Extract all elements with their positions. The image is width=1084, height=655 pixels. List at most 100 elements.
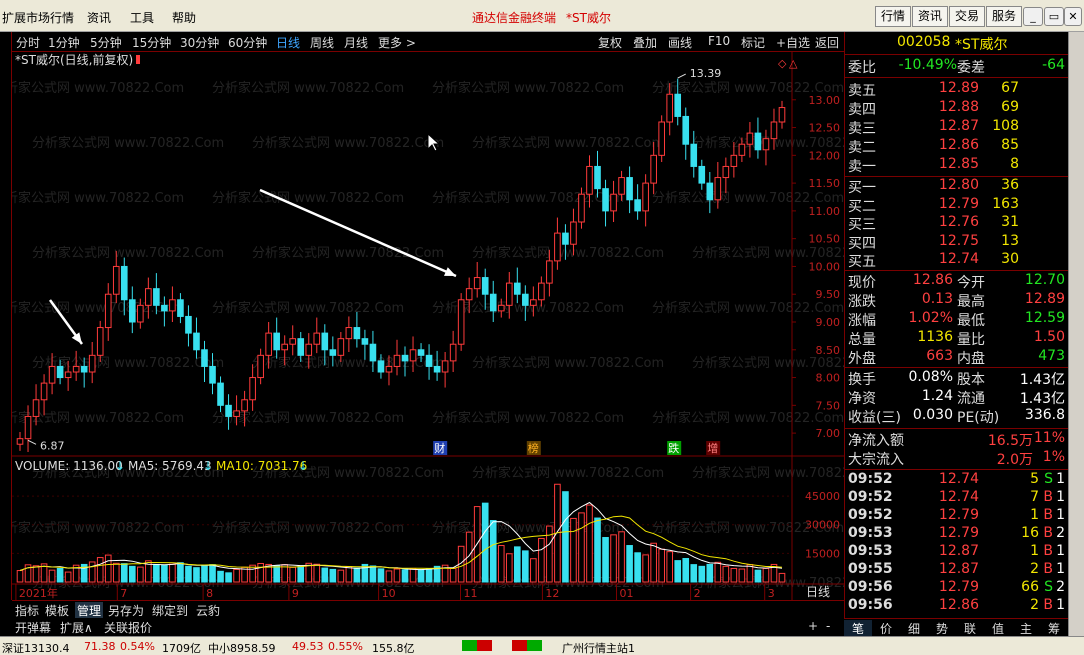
period-more[interactable]: 更多 > [378, 34, 416, 51]
period-daily[interactable]: 日线 [276, 34, 300, 51]
price-tick-label: 9.50 [816, 288, 841, 301]
extra-tab[interactable]: 关联报价 [104, 619, 152, 636]
volume-bar [650, 542, 657, 583]
volume-bar [32, 565, 40, 583]
volume-label: VOLUME: 1136.00 [15, 459, 123, 473]
volume-bar [730, 567, 738, 583]
candle-body [177, 299, 184, 317]
tool-f10[interactable]: F10 [708, 34, 730, 48]
extra-tab[interactable]: 扩展∧ [60, 619, 93, 636]
indicator-tab[interactable]: 另存为 [108, 602, 144, 619]
candle-body [401, 354, 409, 362]
indicator-tab[interactable]: 管理 [75, 602, 104, 619]
minimize-icon[interactable]: _ [1023, 7, 1043, 26]
period-30min[interactable]: 30分钟 [180, 34, 219, 51]
extra-tab[interactable]: 开弹幕 [15, 619, 51, 636]
menu-item-help[interactable]: 帮助 [172, 9, 196, 26]
menu-item-tools[interactable]: 工具 [130, 9, 154, 26]
watermark-text: 分析家公式网 www.70822.Com [432, 80, 624, 96]
tick-volume: 1 [1030, 507, 1039, 523]
period-weekly[interactable]: 周线 [310, 34, 334, 51]
period-5min[interactable]: 5分钟 [90, 34, 122, 51]
buy-level-label: 买五 [848, 254, 876, 271]
watermark-text: 分析家公式网 www.70822.Com [252, 135, 444, 151]
quote-tab[interactable]: 势 [928, 620, 956, 637]
btn-service[interactable]: 服务 [986, 6, 1023, 27]
quote-tab[interactable]: 值 [984, 620, 1012, 637]
tool-draw[interactable]: 画线 [668, 34, 692, 51]
period-15min[interactable]: 15分钟 [132, 34, 171, 51]
sell-level-volume: 108 [992, 118, 1019, 134]
sell-level-label: 卖二 [848, 140, 876, 156]
tick-count: 1 [1056, 597, 1065, 613]
sell-level-volume: 8 [1010, 156, 1019, 172]
diamond-icon: ◇ [778, 57, 787, 70]
period-60min[interactable]: 60分钟 [228, 34, 267, 51]
price-tick-label: 9.00 [816, 316, 841, 329]
candle-body [32, 399, 40, 417]
quote-tab[interactable]: 价 [872, 620, 900, 637]
volume-tick-label: 30000 [805, 519, 840, 532]
tick-row: 09:53 12.79 16 B 2 [845, 525, 1069, 544]
flow-value: 2.0万 [996, 452, 1033, 468]
volume-bar [449, 567, 457, 583]
candle-body [209, 365, 216, 384]
candle-body [554, 232, 561, 262]
tool-adjust[interactable]: 复权 [598, 34, 622, 51]
menu-bar: 扩展市场行情 资讯 工具 帮助 通达信金融终端 *ST威尔 行情 资讯 交易 服… [0, 0, 1084, 32]
btn-trade[interactable]: 交易 [949, 6, 986, 27]
right-scrollbar[interactable] [1068, 32, 1084, 636]
candle-body [337, 338, 345, 356]
candle-body [161, 304, 168, 312]
close-icon[interactable]: ✕ [1064, 7, 1082, 26]
menu-item-news[interactable]: 资讯 [87, 9, 111, 26]
quote-tab[interactable]: 主 [1012, 620, 1040, 637]
event-marker-label: 跌 [668, 441, 679, 455]
watermark-text: 分析家公式网 www.70822.Com [432, 410, 624, 426]
tool-overlay[interactable]: 叠加 [633, 34, 657, 51]
quote-tab[interactable]: 细 [900, 620, 928, 637]
candle-body [233, 410, 240, 417]
tick-volume: 16 [1021, 525, 1039, 541]
indicator-tab[interactable]: 指标 [15, 602, 39, 619]
candle-body [642, 182, 649, 212]
indicator-tab[interactable]: 模板 [45, 602, 69, 619]
tick-row: 09:56 12.86 2 B 1 [845, 597, 1069, 616]
btn-info[interactable]: 资讯 [912, 6, 949, 27]
period-1min[interactable]: 1分钟 [48, 34, 80, 51]
index1-change: 71.38 [84, 640, 116, 653]
candle-body [714, 177, 722, 201]
zoom-out-button[interactable]: - [826, 619, 830, 633]
volume-bar [177, 562, 184, 583]
tool-add-favorite[interactable]: +自选 [776, 34, 810, 51]
kline-chart[interactable]: 分析家公式网 www.70822.Com 分析家公式网 www.70822.Com… [12, 52, 844, 600]
price-tick-label: 13.00 [809, 94, 841, 107]
period-tick[interactable]: 分时 [16, 34, 40, 51]
volume-bar [16, 570, 24, 583]
btn-quotes[interactable]: 行情 [875, 6, 912, 27]
high-marker-label: 13.39 [690, 67, 722, 80]
period-monthly[interactable]: 月线 [344, 34, 368, 51]
volume-bar [594, 517, 601, 583]
volume-bar [88, 561, 96, 583]
tool-mark[interactable]: 标记 [741, 34, 765, 51]
menu-item-market[interactable]: 扩展市场行情 [2, 9, 74, 26]
tick-side: B [1043, 489, 1053, 505]
indicator-tab[interactable]: 绑定到 [152, 602, 188, 619]
indicator-tab[interactable]: 云豹 [196, 602, 220, 619]
volume-bar [489, 520, 497, 583]
candle-body [425, 354, 433, 367]
candle-body [273, 332, 280, 351]
stat-label-2: 内盘 [957, 351, 985, 367]
zoom-in-button[interactable]: + [808, 619, 818, 633]
quote-tab[interactable]: 笔 [844, 620, 872, 637]
tool-back[interactable]: 返回 [815, 34, 839, 51]
x-tick-label: 11 [464, 587, 478, 600]
quote-tab[interactable]: 筹 [1040, 620, 1068, 637]
watermark-text: 分析家公式网 www.70822.Com [652, 410, 844, 426]
candle-body [481, 277, 489, 295]
candle-body [465, 288, 473, 301]
maximize-icon[interactable]: ▭ [1044, 7, 1064, 26]
candle-body [201, 349, 208, 367]
quote-tab[interactable]: 联 [956, 620, 984, 637]
